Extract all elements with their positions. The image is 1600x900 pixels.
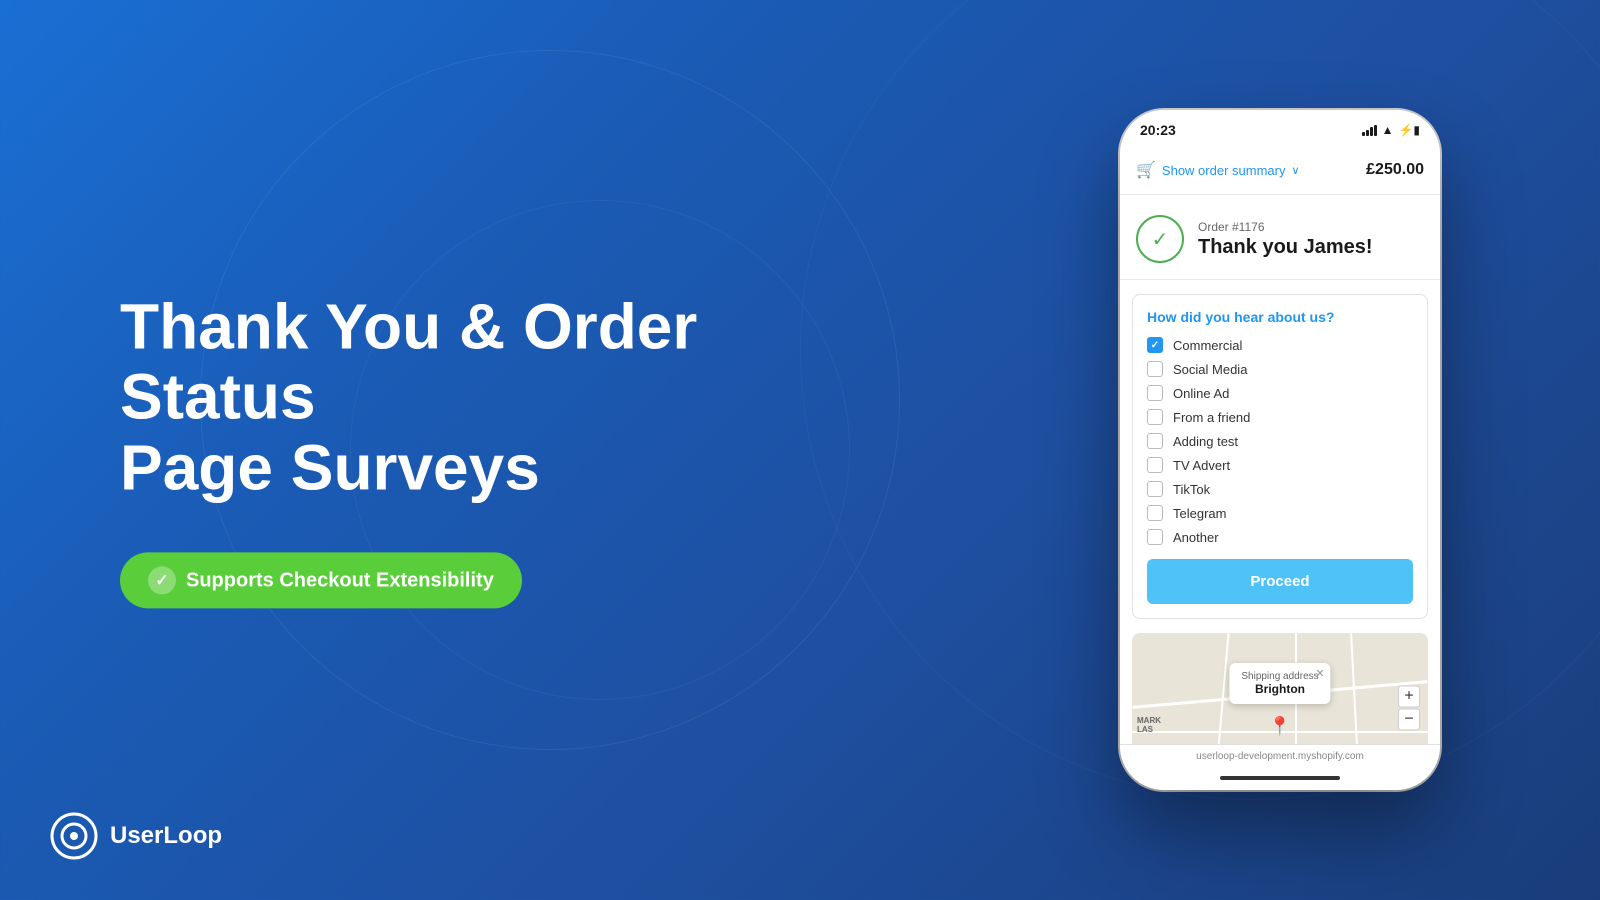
order-info: Order #1176 Thank you James!	[1198, 220, 1424, 259]
order-check-icon: ✓	[1136, 215, 1184, 263]
map-road	[1214, 633, 1229, 744]
list-item[interactable]: TikTok	[1147, 481, 1413, 497]
list-item[interactable]: Social Media	[1147, 361, 1413, 377]
option-label-adding-test: Adding test	[1173, 434, 1238, 449]
option-label-online-ad: Online Ad	[1173, 386, 1229, 401]
logo-text: UserLoop	[110, 822, 222, 850]
checkbox-commercial[interactable]	[1147, 337, 1163, 353]
phone-mockup: 20:23 ▲ ⚡▮ 🛒 Show order summary ∨	[1120, 110, 1440, 790]
proceed-button[interactable]: Proceed	[1147, 559, 1413, 604]
phone-time: 20:23	[1140, 122, 1176, 138]
checkbox-from-friend[interactable]	[1147, 409, 1163, 425]
order-price: £250.00	[1366, 161, 1424, 179]
list-item[interactable]: Telegram	[1147, 505, 1413, 521]
survey-section: How did you hear about us? Commercial So…	[1132, 294, 1428, 619]
checkout-badge: ✓ Supports Checkout Extensibility	[120, 553, 522, 609]
order-summary-left[interactable]: 🛒 Show order summary ∨	[1136, 160, 1300, 180]
cart-icon: 🛒	[1136, 160, 1156, 180]
survey-question: How did you hear about us?	[1147, 309, 1413, 325]
chevron-down-icon: ∨	[1291, 164, 1299, 177]
map-mark-las-label: MARKLAS	[1137, 716, 1161, 734]
badge-label: Supports Checkout Extensibility	[186, 569, 494, 592]
checkbox-another[interactable]	[1147, 529, 1163, 545]
checkbox-tiktok[interactable]	[1147, 481, 1163, 497]
order-summary-bar[interactable]: 🛒 Show order summary ∨ £250.00	[1120, 146, 1440, 195]
battery-icon: ⚡▮	[1398, 123, 1420, 137]
map-zoom-in-button[interactable]: +	[1398, 686, 1420, 708]
list-item[interactable]: Another	[1147, 529, 1413, 545]
map-tooltip: ✕ Shipping address Brighton	[1229, 663, 1330, 704]
list-item[interactable]: Adding test	[1147, 433, 1413, 449]
logo: UserLoop	[50, 812, 222, 860]
checkbox-online-ad[interactable]	[1147, 385, 1163, 401]
map-pin-icon: 📍	[1269, 716, 1291, 737]
list-item[interactable]: Commercial	[1147, 337, 1413, 353]
option-label-tiktok: TikTok	[1173, 482, 1210, 497]
order-summary-label[interactable]: Show order summary	[1162, 163, 1286, 178]
option-label-another: Another	[1173, 530, 1219, 545]
option-label-telegram: Telegram	[1173, 506, 1226, 521]
userloop-logo-icon	[50, 812, 98, 860]
map-zoom-out-button[interactable]: −	[1398, 709, 1420, 731]
checkbox-telegram[interactable]	[1147, 505, 1163, 521]
home-indicator	[1120, 770, 1440, 790]
tooltip-label: Shipping address	[1241, 671, 1318, 682]
url-bar: userloop-development.myshopify.com	[1120, 744, 1440, 770]
home-bar	[1220, 776, 1340, 780]
list-item[interactable]: TV Advert	[1147, 457, 1413, 473]
option-label-commercial: Commercial	[1173, 338, 1242, 353]
close-icon[interactable]: ✕	[1315, 667, 1324, 680]
survey-options: Commercial Social Media Online Ad	[1147, 337, 1413, 545]
option-label-from-friend: From a friend	[1173, 410, 1250, 425]
phone-body: 20:23 ▲ ⚡▮ 🛒 Show order summary ∨	[1120, 110, 1440, 790]
map-zoom-controls: + −	[1398, 686, 1420, 731]
checkbox-tv-advert[interactable]	[1147, 457, 1163, 473]
tooltip-value: Brighton	[1241, 682, 1318, 696]
badge-check-icon: ✓	[148, 567, 176, 595]
phone-status-bar: 20:23 ▲ ⚡▮	[1120, 110, 1440, 146]
map-section: NORTH LAINE MARKLAS 📍 ✕ Shipping address…	[1132, 633, 1428, 744]
order-number: Order #1176	[1198, 220, 1424, 234]
list-item[interactable]: Online Ad	[1147, 385, 1413, 401]
hero-section: Thank You & Order Status Page Surveys ✓ …	[120, 291, 770, 608]
phone-status-icons: ▲ ⚡▮	[1362, 123, 1420, 137]
wifi-icon: ▲	[1382, 123, 1394, 137]
option-label-tv-advert: TV Advert	[1173, 458, 1230, 473]
thank-you-section: ✓ Order #1176 Thank you James!	[1120, 195, 1440, 280]
phone-content: 🛒 Show order summary ∨ £250.00 ✓ Order #…	[1120, 146, 1440, 744]
url-text: userloop-development.myshopify.com	[1196, 751, 1364, 762]
list-item[interactable]: From a friend	[1147, 409, 1413, 425]
option-label-social-media: Social Media	[1173, 362, 1247, 377]
signal-icon	[1362, 125, 1377, 136]
map-background: NORTH LAINE MARKLAS 📍 ✕ Shipping address…	[1132, 633, 1428, 744]
hero-title: Thank You & Order Status Page Surveys	[120, 291, 770, 502]
checkbox-social-media[interactable]	[1147, 361, 1163, 377]
thank-you-message: Thank you James!	[1198, 236, 1424, 259]
checkbox-adding-test[interactable]	[1147, 433, 1163, 449]
